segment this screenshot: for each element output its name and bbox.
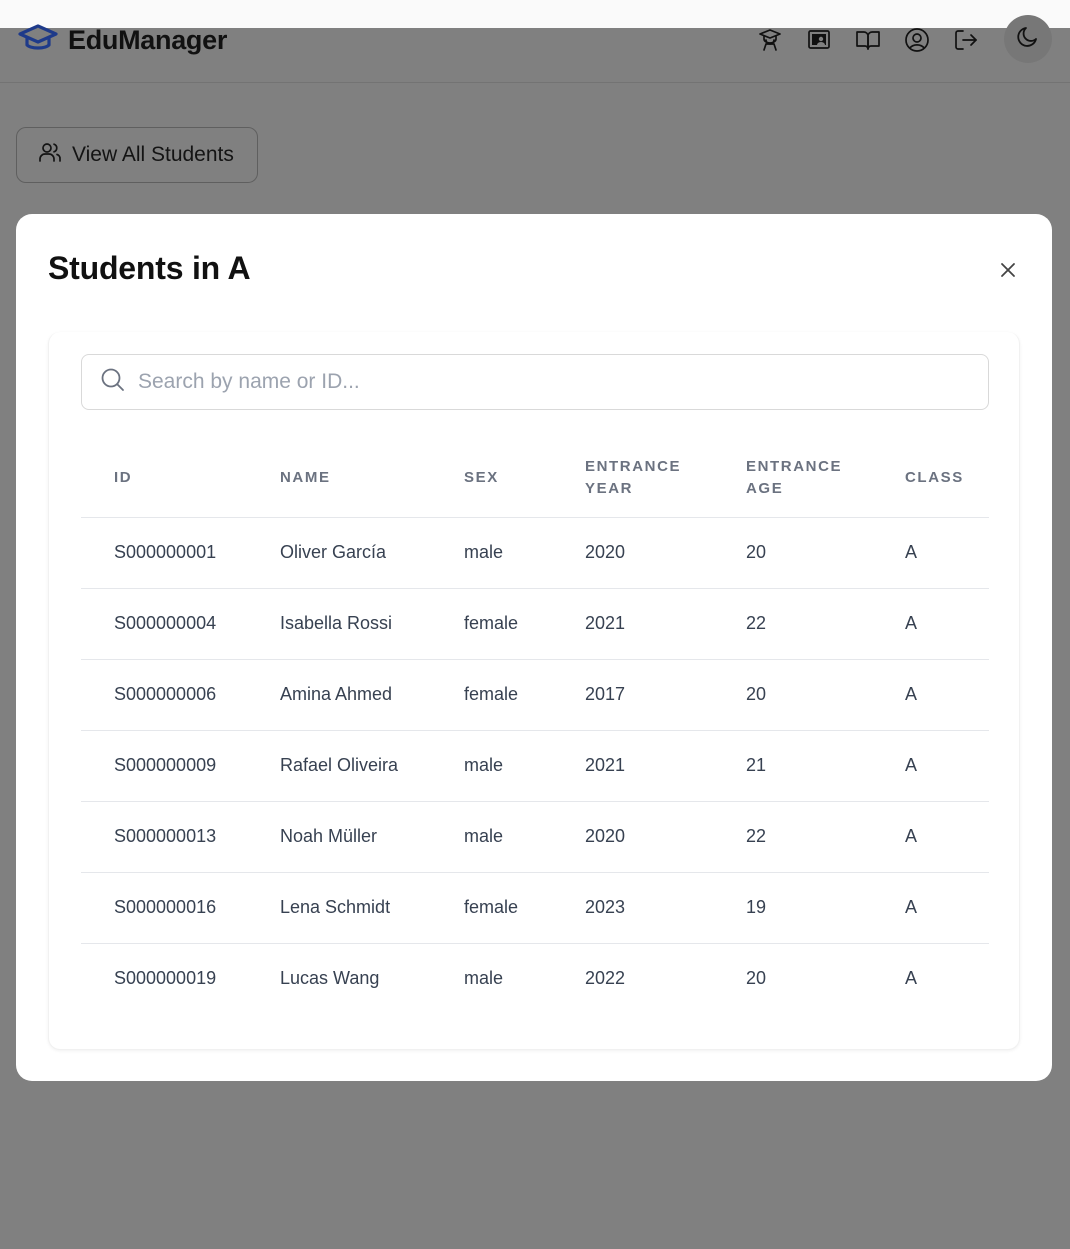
search-input[interactable]	[138, 370, 938, 394]
logout-icon[interactable]	[950, 27, 982, 53]
cell-class: A	[872, 659, 989, 731]
table-row[interactable]: S000000013 Noah Müller male 2020 22 A	[81, 801, 989, 873]
cell-entrance-year: 2023	[552, 872, 713, 944]
column-header-sex[interactable]: SEX	[431, 440, 552, 518]
cell-id: S000000013	[81, 801, 247, 873]
cell-sex: male	[431, 801, 552, 873]
table-row[interactable]: S000000016 Lena Schmidt female 2023 19 A	[81, 872, 989, 944]
user-circle-icon[interactable]	[901, 27, 933, 53]
cell-name: Amina Ahmed	[247, 659, 431, 731]
cell-sex: female	[431, 872, 552, 944]
table-row[interactable]: S000000009 Rafael Oliveira male 2021 21 …	[81, 730, 989, 802]
cell-entrance-age: 19	[713, 872, 872, 944]
table-row[interactable]: S000000006 Amina Ahmed female 2017 20 A	[81, 659, 989, 731]
table-row[interactable]: S000000001 Oliver García male 2020 20 A	[81, 517, 989, 589]
cell-class: A	[872, 730, 989, 802]
cell-name: Rafael Oliveira	[247, 730, 431, 802]
column-header-entrance-year[interactable]: ENTRANCE YEAR	[552, 440, 713, 518]
cell-id: S000000001	[81, 517, 247, 589]
table-header-row: ID NAME SEX ENTRANCE YEAR ENTRANCE AGE C…	[81, 440, 989, 518]
column-header-class[interactable]: CLASS	[872, 440, 989, 518]
cell-sex: female	[431, 588, 552, 660]
cell-class: A	[872, 588, 989, 660]
cell-entrance-age: 22	[713, 801, 872, 873]
cell-class: A	[905, 968, 918, 989]
table-row[interactable]: S000000019 Lucas Wang male 2022 20 A	[81, 943, 989, 1014]
column-header-entrance-age-label: ENTRANCE AGE	[746, 458, 843, 498]
cell-name: Noah Müller	[247, 801, 431, 873]
cell-id: S000000006	[81, 659, 247, 731]
column-header-name[interactable]: NAME	[247, 440, 431, 518]
cell-name: Isabella Rossi	[247, 588, 431, 660]
table-row[interactable]: S000000004 Isabella Rossi female 2021 22…	[81, 588, 989, 660]
students-table: ID NAME SEX ENTRANCE YEAR ENTRANCE AGE C…	[81, 440, 989, 1014]
cell-sex: male	[464, 968, 504, 989]
students-card: ID NAME SEX ENTRANCE YEAR ENTRANCE AGE C…	[48, 332, 1020, 1050]
cell-entrance-age: 21	[713, 730, 872, 802]
cell-entrance-year: 2021	[552, 730, 713, 802]
nav-icons	[754, 27, 982, 53]
cell-entrance-year: 2021	[552, 588, 713, 660]
graduation-teacher-icon[interactable]	[754, 27, 786, 53]
cell-sex: male	[431, 730, 552, 802]
cell-entrance-year: 2020	[552, 801, 713, 873]
cell-entrance-year: 2020	[552, 517, 713, 589]
cell-sex: female	[431, 659, 552, 731]
book-open-icon[interactable]	[852, 27, 884, 53]
modal-title: Students in A	[48, 250, 251, 286]
cell-entrance-year: 2022	[585, 968, 626, 989]
column-header-entrance-year-label: ENTRANCE YEAR	[585, 458, 682, 498]
search-box[interactable]	[81, 354, 989, 410]
cell-entrance-age: 20	[713, 517, 872, 589]
cell-entrance-age: 22	[713, 588, 872, 660]
cell-class: A	[872, 517, 989, 589]
cell-name: Lena Schmidt	[247, 872, 431, 944]
column-header-id[interactable]: ID	[81, 440, 247, 518]
column-header-entrance-age[interactable]: ENTRANCE AGE	[713, 440, 872, 518]
brand[interactable]: EduManager	[18, 22, 227, 58]
theme-toggle-button[interactable]	[1004, 15, 1052, 63]
cell-id: S000000009	[81, 730, 247, 802]
close-button[interactable]	[994, 258, 1022, 286]
cell-class: A	[872, 872, 989, 944]
cell-sex: male	[431, 517, 552, 589]
brand-name: EduManager	[68, 24, 228, 55]
cell-entrance-age: 20	[713, 659, 872, 731]
cell-id: S000000019	[114, 968, 217, 989]
navbar: EduManager	[0, 15, 1070, 83]
cell-id: S000000016	[81, 872, 247, 944]
moon-icon	[1015, 24, 1041, 55]
graduation-cap-icon	[18, 23, 58, 58]
cell-id: S000000004	[81, 588, 247, 660]
cell-name: Oliver García	[247, 517, 431, 589]
cell-name: Lucas Wang	[280, 968, 380, 989]
cell-class: A	[872, 801, 989, 873]
presentation-icon[interactable]	[803, 27, 835, 53]
cell-entrance-age: 20	[746, 968, 767, 989]
students-modal: Students in A ID NAME SEX	[16, 214, 1052, 1081]
close-icon	[999, 261, 1017, 284]
view-all-students-label: View All Students	[72, 143, 234, 166]
view-all-students-button[interactable]: View All Students	[16, 127, 258, 183]
search-icon	[100, 367, 126, 398]
cell-entrance-year: 2017	[552, 659, 713, 731]
users-icon	[38, 140, 62, 170]
